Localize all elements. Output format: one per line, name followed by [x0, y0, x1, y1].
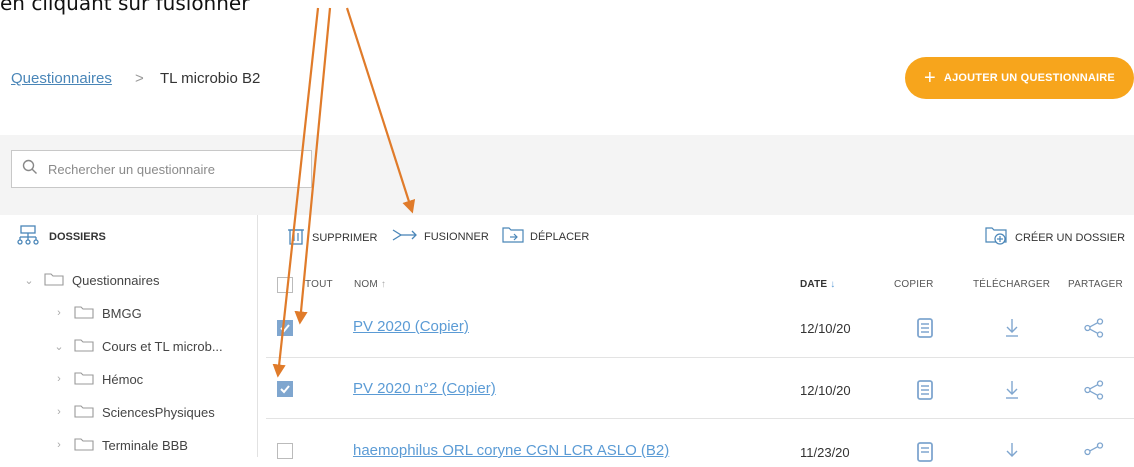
col-header-copy: COPIER	[894, 279, 934, 290]
search-input[interactable]	[46, 160, 290, 178]
download-icon[interactable]	[1004, 380, 1020, 405]
folder-icon	[44, 272, 64, 289]
copy-icon[interactable]	[917, 442, 933, 467]
sidebar-item-terminale-bbb[interactable]: › Terminale BBB	[52, 432, 188, 458]
col-header-date[interactable]: DATE ↓	[800, 279, 835, 290]
col-header-all: TOUT	[305, 279, 333, 290]
folder-tree-icon	[17, 225, 39, 248]
folders-header: DOSSIERS	[17, 225, 106, 248]
col-header-date-label: DATE	[800, 279, 828, 290]
copy-icon[interactable]	[917, 380, 933, 405]
select-all-checkbox[interactable]	[277, 277, 293, 293]
checkmark-icon	[280, 385, 290, 394]
breadcrumb-current: TL microbio B2	[160, 70, 261, 87]
search-box	[11, 150, 312, 188]
chevron-right-icon[interactable]: ›	[52, 406, 66, 418]
folder-icon	[74, 305, 94, 322]
breadcrumb-root-link[interactable]: Questionnaires	[11, 70, 112, 87]
merge-label: FUSIONNER	[424, 230, 489, 243]
plus-icon: +	[924, 67, 936, 89]
sidebar-item-sciencesphysiques[interactable]: › SciencesPhysiques	[52, 399, 215, 425]
folder-icon	[74, 437, 94, 454]
col-header-share: PARTAGER	[1068, 279, 1123, 290]
sidebar-item-hemoc[interactable]: › Hémoc	[52, 366, 143, 392]
chevron-right-icon[interactable]: ›	[52, 439, 66, 451]
annotation-caption: en cliquant sur fusionner	[0, 0, 250, 15]
breadcrumb-separator: >	[135, 70, 144, 87]
row-date: 11/23/20	[800, 445, 850, 460]
arrow-down-icon: ↓	[830, 279, 836, 290]
folder-plus-icon	[985, 226, 1009, 249]
add-questionnaire-button[interactable]: + AJOUTER UN QUESTIONNAIRE	[905, 57, 1134, 99]
arrow-up-icon: ↑	[380, 279, 387, 290]
sidebar-item-label: Questionnaires	[72, 272, 160, 288]
sidebar-divider	[257, 215, 258, 457]
row-divider	[266, 357, 1134, 358]
move-label: DÉPLACER	[530, 230, 590, 243]
search-icon	[22, 159, 38, 180]
merge-icon	[392, 226, 418, 247]
row-checkbox-checked[interactable]	[277, 381, 293, 397]
row-date: 12/10/20	[800, 383, 851, 398]
col-header-name-label: NOM	[354, 279, 378, 290]
chevron-right-icon[interactable]: ›	[52, 373, 66, 385]
folder-move-icon	[502, 226, 524, 247]
row-checkbox-checked[interactable]	[277, 320, 293, 336]
move-button[interactable]: DÉPLACER	[502, 226, 589, 247]
row-divider	[266, 418, 1134, 419]
download-icon[interactable]	[1004, 318, 1020, 343]
delete-button[interactable]: SUPPRIMER	[286, 226, 377, 249]
chevron-down-icon[interactable]: ⌄	[52, 340, 66, 353]
merge-button[interactable]: FUSIONNER	[392, 226, 489, 247]
folder-icon	[74, 338, 94, 355]
sidebar-item-label: BMGG	[102, 305, 142, 321]
share-icon[interactable]	[1084, 442, 1104, 467]
questionnaire-link[interactable]: PV 2020 (Copier)	[353, 318, 469, 335]
row-date: 12/10/20	[800, 321, 851, 336]
share-icon[interactable]	[1084, 318, 1104, 343]
chevron-right-icon[interactable]: ›	[52, 307, 66, 319]
delete-label: SUPPRIMER	[312, 231, 378, 244]
share-icon[interactable]	[1084, 380, 1104, 405]
download-icon[interactable]	[1004, 442, 1020, 467]
questionnaire-link[interactable]: PV 2020 n°2 (Copier)	[353, 380, 496, 397]
add-questionnaire-label: AJOUTER UN QUESTIONNAIRE	[943, 72, 1115, 84]
create-folder-label: CRÉER UN DOSSIER	[1015, 231, 1126, 244]
sidebar-item-cours[interactable]: ⌄ Cours et TL microb...	[52, 333, 223, 359]
sidebar-item-questionnaires[interactable]: ⌄ Questionnaires	[22, 267, 159, 293]
folders-header-label: DOSSIERS	[49, 230, 106, 243]
folder-icon	[74, 371, 94, 388]
folder-icon	[74, 404, 94, 421]
copy-icon[interactable]	[917, 318, 933, 343]
sidebar-item-label: Cours et TL microb...	[102, 338, 223, 354]
questionnaire-link[interactable]: haemophilus ORL coryne CGN LCR ASLO (B2)	[353, 442, 669, 459]
checkmark-icon	[280, 324, 290, 333]
col-header-name[interactable]: NOM ↑	[354, 279, 386, 290]
create-folder-button[interactable]: CRÉER UN DOSSIER	[985, 226, 1125, 249]
sidebar-item-label: Terminale BBB	[102, 437, 188, 453]
sidebar-item-label: Hémoc	[102, 371, 144, 387]
chevron-down-icon[interactable]: ⌄	[22, 274, 36, 287]
sidebar-item-bmgg[interactable]: › BMGG	[52, 300, 142, 326]
col-header-download: TÉLÉCHARGER	[973, 279, 1051, 290]
sidebar-item-label: SciencesPhysiques	[102, 404, 215, 420]
trash-icon	[286, 226, 306, 249]
